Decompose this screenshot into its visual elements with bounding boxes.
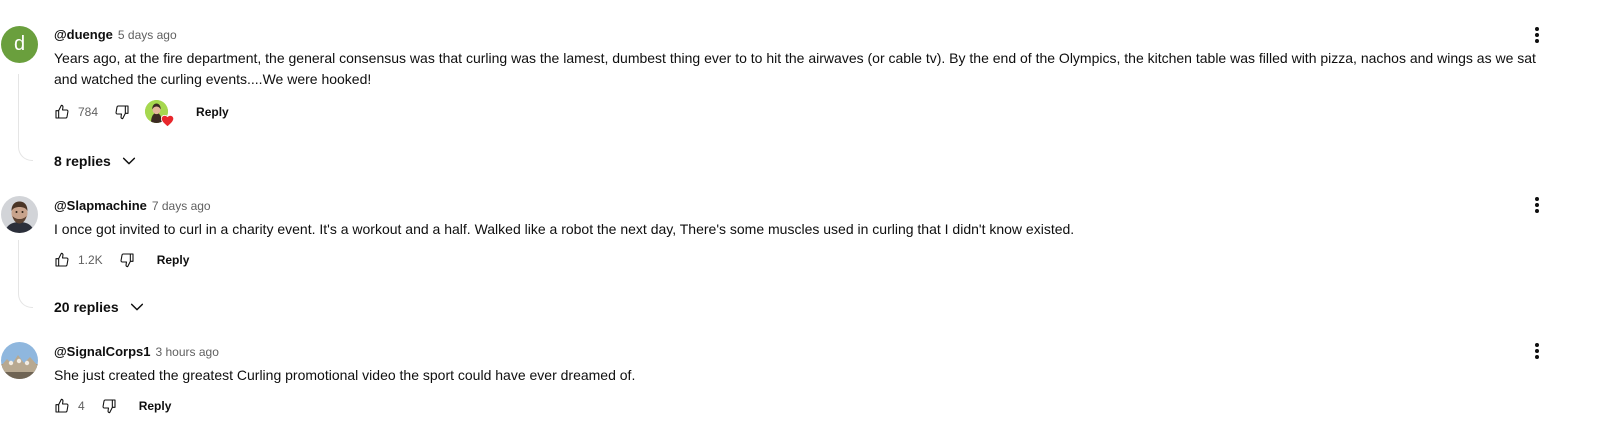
more-vert-icon[interactable] (1528, 24, 1546, 46)
like-count: 784 (78, 105, 99, 119)
thumb-down-icon[interactable] (114, 104, 130, 120)
thread-line (18, 240, 33, 308)
chevron-down-icon (129, 299, 145, 315)
thumb-down-icon[interactable] (119, 252, 135, 268)
author-name[interactable]: @duenge (54, 27, 113, 42)
comment-header: @duenge 5 days ago (54, 27, 177, 45)
comment-time[interactable]: 5 days ago (118, 28, 177, 42)
replies-toggle[interactable]: 8 replies (54, 150, 137, 172)
replies-count: 8 replies (54, 153, 111, 169)
author-name[interactable]: @Slapmachine (54, 198, 147, 213)
author-name[interactable]: @SignalCorps1 (54, 344, 150, 359)
reply-button[interactable]: Reply (196, 105, 229, 119)
more-vert-icon[interactable] (1528, 340, 1546, 362)
comment-thread: @Slapmachine 7 days ago I once got invit… (0, 180, 1600, 330)
like-count: 4 (78, 399, 85, 413)
avatar[interactable] (1, 342, 38, 379)
chevron-down-icon (121, 153, 137, 169)
comment-header: @Slapmachine 7 days ago (54, 198, 211, 216)
replies-toggle[interactable]: 20 replies (54, 296, 145, 318)
comment-actions: 4 Reply (54, 394, 171, 418)
reply-button[interactable]: Reply (139, 399, 172, 413)
comment-actions: 1.2K Reply (54, 248, 189, 272)
avatar-letter: d (13, 33, 26, 55)
comment-text: I once got invited to curl in a charity … (54, 221, 1075, 237)
thumb-up-icon[interactable] (54, 104, 70, 120)
comment-thread: @SignalCorps1 3 hours ago She just creat… (0, 330, 1600, 433)
comment-time[interactable]: 3 hours ago (155, 345, 218, 359)
comment-header: @SignalCorps1 3 hours ago (54, 344, 219, 362)
thumb-down-icon[interactable] (101, 398, 117, 414)
comment-actions: 784 Reply (54, 100, 229, 128)
reply-button[interactable]: Reply (157, 253, 190, 267)
creator-heart-icon (160, 114, 175, 128)
avatar[interactable] (1, 196, 38, 233)
comment-text: Years ago, at the fire department, the g… (54, 50, 1536, 87)
replies-count: 20 replies (54, 299, 119, 315)
like-count: 1.2K (78, 253, 103, 267)
more-vert-icon[interactable] (1528, 194, 1546, 216)
comment-time[interactable]: 7 days ago (152, 199, 211, 213)
avatar[interactable]: d (1, 26, 38, 63)
comment-thread: d @duenge 5 days ago Years ago, at the f… (0, 0, 1600, 180)
thumb-up-icon[interactable] (54, 252, 70, 268)
creator-heart (145, 100, 175, 128)
thumb-up-icon[interactable] (54, 398, 70, 414)
thread-line (18, 74, 33, 161)
comment-text: She just created the greatest Curling pr… (54, 367, 636, 383)
